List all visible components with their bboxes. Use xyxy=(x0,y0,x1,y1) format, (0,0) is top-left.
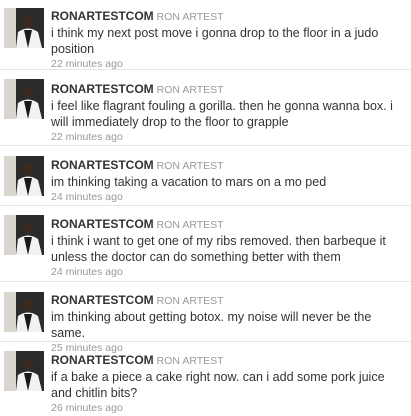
avatar-photo-icon xyxy=(4,292,44,332)
tweet-header: RONARTESTCOM RON ARTEST xyxy=(51,353,405,368)
tweet-text: im thinking taking a vacation to mars on… xyxy=(51,175,327,189)
tweet-item: RONARTESTCOM RON ARTEST im thinking takin… xyxy=(0,146,411,206)
full-name: RON ARTEST xyxy=(156,160,224,172)
avatar-photo-icon xyxy=(4,215,44,255)
tweet-item: RONARTESTCOM RON ARTEST im thinking about… xyxy=(0,282,411,354)
user-avatar[interactable] xyxy=(4,8,44,48)
screen-name-link[interactable]: RONARTESTCOM xyxy=(51,9,154,23)
tweet-header: RONARTESTCOM RON ARTEST xyxy=(51,217,405,232)
avatar-photo-icon xyxy=(4,8,44,48)
full-name: RON ARTEST xyxy=(156,355,224,367)
tweet-header: RONARTESTCOM RON ARTEST xyxy=(51,9,405,24)
screen-name-link[interactable]: RONARTESTCOM xyxy=(51,353,154,367)
avatar-photo-icon xyxy=(4,351,44,391)
tweet-timestamp-link[interactable]: 22 minutes ago xyxy=(51,131,405,144)
screen-name-link[interactable]: RONARTESTCOM xyxy=(51,82,154,96)
full-name: RON ARTEST xyxy=(156,295,224,307)
tweet-item: RONARTESTCOM RON ARTEST i think my next p… xyxy=(0,0,411,70)
tweet-timestamp-link[interactable]: 24 minutes ago xyxy=(51,191,405,204)
user-avatar[interactable] xyxy=(4,351,44,391)
user-avatar[interactable] xyxy=(4,215,44,255)
tweet-text: i think my next post move i gonna drop t… xyxy=(51,26,379,56)
screen-name-link[interactable]: RONARTESTCOM xyxy=(51,217,154,231)
full-name: RON ARTEST xyxy=(156,84,224,96)
tweet-timestamp-link[interactable]: 26 minutes ago xyxy=(51,402,405,415)
tweet-item: RONARTESTCOM RON ARTEST if a bake a piece… xyxy=(0,342,411,416)
tweet-timestamp-link[interactable]: 24 minutes ago xyxy=(51,266,405,279)
full-name: RON ARTEST xyxy=(156,11,224,23)
tweet-item: RONARTESTCOM RON ARTEST i think i want to… xyxy=(0,206,411,282)
user-avatar[interactable] xyxy=(4,156,44,196)
tweet-header: RONARTESTCOM RON ARTEST xyxy=(51,158,405,173)
avatar-photo-icon xyxy=(4,156,44,196)
avatar-photo-icon xyxy=(4,79,44,119)
tweet-header: RONARTESTCOM RON ARTEST xyxy=(51,293,405,308)
screen-name-link[interactable]: RONARTESTCOM xyxy=(51,293,154,307)
tweet-text: i feel like flagrant fouling a gorilla. … xyxy=(51,99,393,129)
user-avatar[interactable] xyxy=(4,292,44,332)
tweet-text: i think i want to get one of my ribs rem… xyxy=(51,234,386,264)
tweet-text: im thinking about getting botox. my nois… xyxy=(51,310,372,340)
tweet-header: RONARTESTCOM RON ARTEST xyxy=(51,82,405,97)
user-avatar[interactable] xyxy=(4,79,44,119)
full-name: RON ARTEST xyxy=(156,219,224,231)
tweet-item: RONARTESTCOM RON ARTEST i feel like flagr… xyxy=(0,70,411,146)
screen-name-link[interactable]: RONARTESTCOM xyxy=(51,158,154,172)
tweet-text: if a bake a piece a cake right now. can … xyxy=(51,370,385,400)
